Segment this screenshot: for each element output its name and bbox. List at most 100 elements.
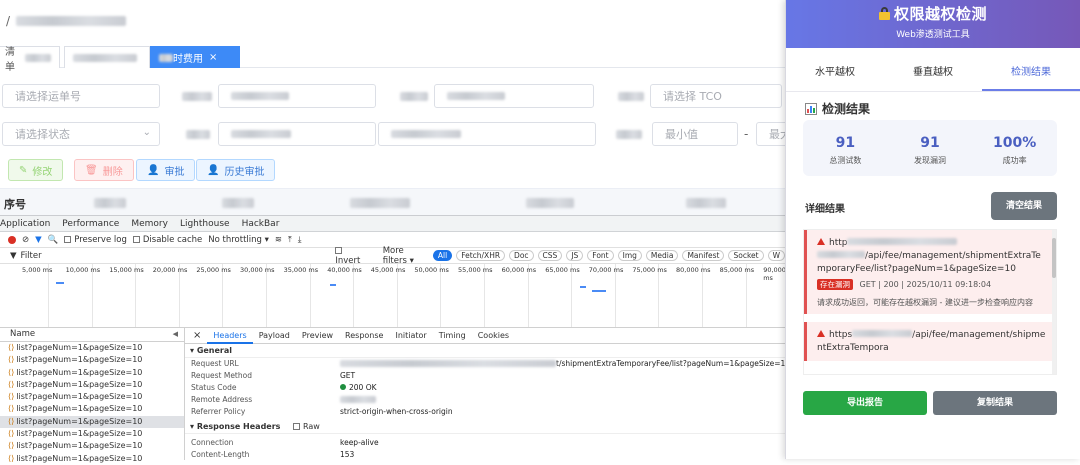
tab-horizontal-privilege[interactable]: 水平越权 bbox=[786, 56, 884, 91]
devtools-tab-application[interactable]: Application bbox=[0, 219, 56, 229]
chip-js[interactable]: JS bbox=[566, 250, 584, 261]
request-row[interactable]: ⟨⟩ list?pageNum=1&pageSize=10 bbox=[0, 415, 184, 429]
filter-input-5[interactable] bbox=[218, 122, 376, 146]
filter-input-6[interactable] bbox=[378, 122, 596, 146]
invert-checkbox[interactable]: Invert bbox=[335, 246, 364, 266]
tab-cookies[interactable]: Cookies bbox=[472, 331, 515, 340]
tab-payload[interactable]: Payload bbox=[253, 331, 296, 340]
breadcrumb: / bbox=[0, 8, 800, 34]
header-key: Connection bbox=[191, 438, 234, 447]
devtools-tab-lighthouse[interactable]: Lighthouse bbox=[174, 219, 236, 229]
request-list-header[interactable]: Name ◀ bbox=[0, 328, 184, 342]
tco-select[interactable]: 请选择 TCO bbox=[650, 84, 782, 108]
history-approve-button[interactable]: 👤 历史审批 bbox=[196, 159, 276, 181]
chip-css[interactable]: CSS bbox=[537, 250, 563, 261]
tab-redacted bbox=[24, 53, 51, 62]
network-filter-bar: ▼ Filter Invert More filters ▾ All Fetch… bbox=[0, 246, 785, 266]
header-value: 153 bbox=[340, 450, 355, 459]
value-redacted bbox=[391, 130, 461, 138]
status-select[interactable]: 请选择状态 ⌄ bbox=[2, 122, 160, 146]
popup-title-text: 权限越权检测 bbox=[893, 5, 987, 23]
tab-timing[interactable]: Timing bbox=[433, 331, 472, 340]
throttling-select[interactable]: No throttling ▾ bbox=[208, 235, 269, 245]
more-filters-label: More filters bbox=[382, 245, 407, 266]
chip-media[interactable]: Media bbox=[645, 250, 679, 261]
tab-headers[interactable]: Headers bbox=[207, 328, 253, 344]
request-name: list?pageNum=1&pageSize=10 bbox=[16, 367, 143, 377]
clear-icon[interactable]: ⊘ bbox=[22, 235, 29, 245]
chip-manifest[interactable]: Manifest bbox=[682, 250, 725, 261]
approve-button[interactable]: 👤 审批 bbox=[136, 159, 196, 181]
request-row[interactable]: ⟨⟩ list?pageNum=1&pageSize=10 bbox=[0, 379, 184, 391]
filter-icon: ▼ bbox=[10, 250, 17, 261]
chip-socket[interactable]: Socket bbox=[728, 250, 764, 261]
tab-vertical-privilege[interactable]: 垂直越权 bbox=[884, 56, 982, 91]
request-row[interactable]: ⟨⟩ list?pageNum=1&pageSize=10 bbox=[0, 342, 184, 354]
preserve-log-checkbox[interactable]: Preserve log bbox=[64, 235, 127, 245]
wifi-icon[interactable]: ≋ bbox=[275, 235, 282, 245]
filter-input-2[interactable] bbox=[218, 84, 376, 108]
details-tabs: × Headers Payload Preview Response Initi… bbox=[185, 328, 785, 344]
filter-input[interactable]: Filter bbox=[21, 251, 332, 261]
request-url-value: t/shipmentExtraTemporaryFee/list?pageNum… bbox=[556, 359, 791, 368]
raw-checkbox[interactable]: Raw bbox=[293, 420, 320, 434]
delete-button[interactable]: 🗑 删除 bbox=[74, 159, 134, 181]
upload-icon[interactable]: ⤒ bbox=[288, 235, 292, 245]
tab-initiator[interactable]: Initiator bbox=[389, 331, 432, 340]
devtools-tab-performance[interactable]: Performance bbox=[56, 219, 125, 229]
request-row[interactable]: ⟨⟩ list?pageNum=1&pageSize=10 bbox=[0, 403, 184, 415]
results-scrollbar[interactable] bbox=[1052, 230, 1056, 374]
request-row[interactable]: ⟨⟩ list?pageNum=1&pageSize=10 bbox=[0, 354, 184, 366]
devtools-tab-hackbar[interactable]: HackBar bbox=[236, 219, 286, 229]
disable-cache-checkbox[interactable]: Disable cache bbox=[132, 235, 202, 245]
request-row[interactable]: ⟨⟩ list?pageNum=1&pageSize=10 bbox=[0, 391, 184, 403]
chip-all[interactable]: All bbox=[432, 250, 453, 261]
download-icon[interactable]: ⤓ bbox=[298, 235, 302, 245]
export-report-button[interactable]: 导出报告 bbox=[803, 391, 927, 415]
record-icon[interactable] bbox=[8, 235, 16, 244]
label-redacted bbox=[616, 130, 642, 139]
clear-results-button[interactable]: 清空结果 bbox=[991, 192, 1057, 220]
more-filters-dropdown[interactable]: More filters ▾ bbox=[383, 246, 429, 266]
user-icon: 👤 bbox=[147, 164, 160, 176]
delete-label: 删除 bbox=[102, 166, 123, 178]
edit-button[interactable]: ✎ 修改 bbox=[8, 159, 64, 181]
stat-label: 成功率 bbox=[1002, 156, 1027, 165]
value-redacted bbox=[447, 92, 505, 100]
request-row[interactable]: ⟨⟩ list?pageNum=1&pageSize=10 bbox=[0, 440, 184, 452]
tab-preview[interactable]: Preview bbox=[296, 331, 339, 340]
tab-list[interactable]: 清单 bbox=[0, 46, 60, 73]
label-redacted bbox=[182, 92, 212, 101]
search-icon[interactable]: 🔍 bbox=[48, 235, 59, 245]
response-headers-section-header[interactable]: ▾ Response Headers Raw bbox=[185, 420, 785, 434]
raw-label: Raw bbox=[303, 422, 320, 431]
chip-wasm[interactable]: W bbox=[767, 250, 785, 261]
copy-results-button[interactable]: 复制结果 bbox=[933, 391, 1057, 415]
request-name: list?pageNum=1&pageSize=10 bbox=[16, 379, 143, 389]
close-icon[interactable]: × bbox=[193, 330, 201, 341]
filter-icon[interactable]: ▼ bbox=[35, 235, 42, 245]
request-row[interactable]: ⟨⟩ list?pageNum=1&pageSize=10 bbox=[0, 367, 184, 379]
chip-img[interactable]: Img bbox=[617, 250, 642, 261]
xhr-icon: ⟨⟩ bbox=[8, 392, 15, 402]
chip-font[interactable]: Font bbox=[587, 250, 614, 261]
filter-input-3[interactable] bbox=[434, 84, 594, 108]
chip-fetch-xhr[interactable]: Fetch/XHR bbox=[456, 250, 506, 261]
min-value-input[interactable]: 最小值 bbox=[652, 122, 738, 146]
general-section-header[interactable]: ▾ General bbox=[185, 344, 785, 358]
close-icon[interactable]: × bbox=[209, 52, 217, 63]
tab-second[interactable] bbox=[64, 46, 150, 68]
tab-results[interactable]: 检测结果 bbox=[982, 56, 1080, 91]
tab-temporary-fee[interactable]: 时费用 × bbox=[150, 46, 240, 68]
column-header-redacted bbox=[94, 198, 126, 208]
scroll-thumb[interactable] bbox=[1052, 238, 1056, 278]
results-list[interactable]: http /api/fee/management/shipmentExtraTe… bbox=[803, 229, 1057, 375]
waybill-select[interactable]: 请选择运单号 bbox=[2, 84, 160, 108]
tab-response[interactable]: Response bbox=[339, 331, 389, 340]
devtools-tab-memory[interactable]: Memory bbox=[125, 219, 174, 229]
header-row: Content-Length 153 bbox=[185, 449, 785, 461]
network-timeline[interactable]: 5,000 ms 10,000 ms 15,000 ms 20,000 ms 25,00… bbox=[0, 264, 791, 328]
request-row[interactable]: ⟨⟩ list?pageNum=1&pageSize=10 bbox=[0, 428, 184, 440]
header-row: Connection keep-alive bbox=[185, 437, 785, 449]
chip-doc[interactable]: Doc bbox=[509, 250, 534, 261]
